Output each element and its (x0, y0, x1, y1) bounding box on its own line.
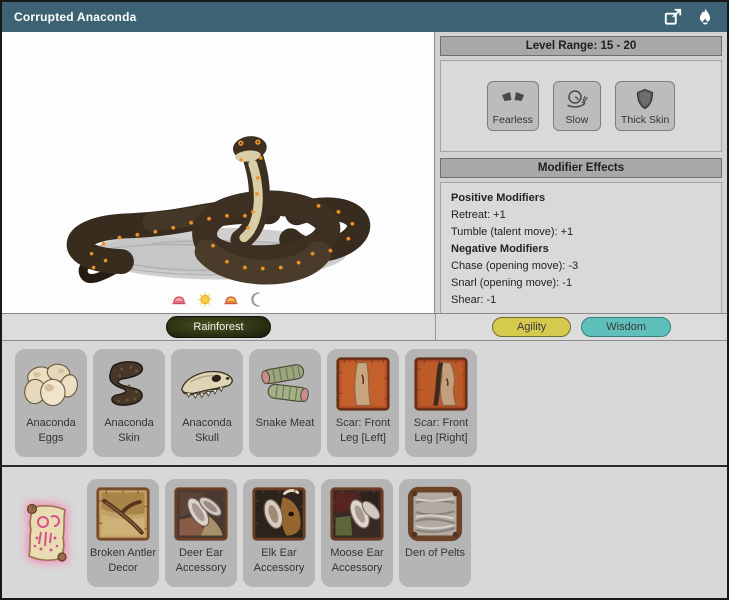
item-moose-ear-accessory[interactable]: Moose Ear Accessory (321, 479, 393, 587)
item-snake-meat[interactable]: Snake Meat (249, 349, 321, 457)
item-label: Scar: Front Leg [Left] (328, 416, 398, 446)
quest-scroll[interactable] (15, 479, 81, 587)
item-anaconda-skin[interactable]: Anaconda Skin (93, 349, 165, 457)
anaconda-illustration (2, 32, 434, 313)
main-area: Level Range: 15 - 20 Fearless Slow Thick… (2, 32, 727, 313)
den-of-pelts-art (404, 485, 466, 543)
item-label: Broken Antler Decor (88, 546, 158, 576)
external-link-icon[interactable] (663, 7, 683, 27)
scar-front-leg-right-art (410, 355, 472, 413)
creature-page: Corrupted Anaconda (0, 0, 729, 600)
item-label: Anaconda Eggs (16, 416, 86, 446)
item-anaconda-eggs[interactable]: Anaconda Eggs (15, 349, 87, 457)
item-label: Anaconda Skull (172, 416, 242, 446)
trait-thick-skin[interactable]: Thick Skin (615, 81, 675, 131)
anaconda-eggs-art (20, 355, 82, 413)
page-title: Corrupted Anaconda (14, 10, 137, 24)
loot-row: Anaconda Eggs Anaconda Skin Anaconda Sku… (2, 341, 727, 467)
elk-ear-accessory-art (248, 485, 310, 543)
modifier-effects-panel: Positive Modifiers Retreat: +1 Tumble (t… (440, 182, 722, 317)
item-anaconda-skull[interactable]: Anaconda Skull (171, 349, 243, 457)
sunset-icon (223, 292, 239, 307)
positive-modifiers-header: Positive Modifiers (451, 190, 711, 207)
level-range-header: Level Range: 15 - 20 (440, 36, 722, 56)
trait-fearless[interactable]: Fearless (487, 81, 539, 131)
item-label: Elk Ear Accessory (244, 546, 314, 576)
item-label: Moose Ear Accessory (322, 546, 392, 576)
modifier-line: Chase (opening move): -3 (451, 258, 711, 275)
scroll-icon (21, 500, 75, 566)
stat-pill-wisdom[interactable]: Wisdom (581, 317, 671, 337)
flame-icon[interactable] (695, 7, 715, 27)
deer-ear-accessory-art (170, 485, 232, 543)
traits-box: Fearless Slow Thick Skin (440, 60, 722, 152)
titlebar: Corrupted Anaconda (2, 2, 727, 32)
creature-image-panel (2, 32, 435, 313)
day-icon (197, 292, 213, 307)
time-of-day-row (171, 292, 265, 307)
item-scar-front-leg-right[interactable]: Scar: Front Leg [Right] (405, 349, 477, 457)
item-label: Den of Pelts (400, 546, 470, 561)
broken-antler-decor-art (92, 485, 154, 543)
rewards-row: Broken Antler Decor Deer Ear Accessory E… (2, 467, 727, 598)
biome-stats-strip: Rainforest Agility Wisdom (2, 313, 727, 341)
negative-modifiers-header: Negative Modifiers (451, 241, 711, 258)
anaconda-skull-art (176, 355, 238, 413)
item-label: Anaconda Skin (94, 416, 164, 446)
biome-section: Rainforest (2, 314, 436, 340)
stat-pill-agility[interactable]: Agility (492, 317, 571, 337)
item-label: Deer Ear Accessory (166, 546, 236, 576)
trait-label: Slow (566, 114, 589, 126)
modifier-line: Tumble (talent move): +1 (451, 224, 711, 241)
scar-front-leg-left-art (332, 355, 394, 413)
modifier-line: Shear: -1 (451, 292, 711, 309)
info-panel: Level Range: 15 - 20 Fearless Slow Thick… (435, 32, 727, 313)
item-label: Scar: Front Leg [Right] (406, 416, 476, 446)
item-elk-ear-accessory[interactable]: Elk Ear Accessory (243, 479, 315, 587)
item-label: Snake Meat (250, 416, 320, 431)
moose-ear-accessory-art (326, 485, 388, 543)
evil-eyes-icon (501, 88, 525, 110)
biome-pill-rainforest[interactable]: Rainforest (166, 316, 270, 338)
modifier-effects-header: Modifier Effects (440, 158, 722, 178)
shield-icon (633, 88, 657, 110)
night-icon (249, 292, 265, 307)
item-deer-ear-accessory[interactable]: Deer Ear Accessory (165, 479, 237, 587)
sunrise-icon (171, 292, 187, 307)
anaconda-skin-art (98, 355, 160, 413)
snake-meat-art (254, 355, 316, 413)
item-den-of-pelts[interactable]: Den of Pelts (399, 479, 471, 587)
modifier-line: Retreat: +1 (451, 207, 711, 224)
item-broken-antler-decor[interactable]: Broken Antler Decor (87, 479, 159, 587)
trait-label: Fearless (493, 114, 533, 126)
modifier-line: Snarl (opening move): -1 (451, 275, 711, 292)
item-scar-front-leg-left[interactable]: Scar: Front Leg [Left] (327, 349, 399, 457)
snail-icon (565, 88, 589, 110)
trait-label: Thick Skin (621, 114, 669, 126)
stats-section: Agility Wisdom (436, 314, 727, 340)
trait-slow[interactable]: Slow (553, 81, 601, 131)
